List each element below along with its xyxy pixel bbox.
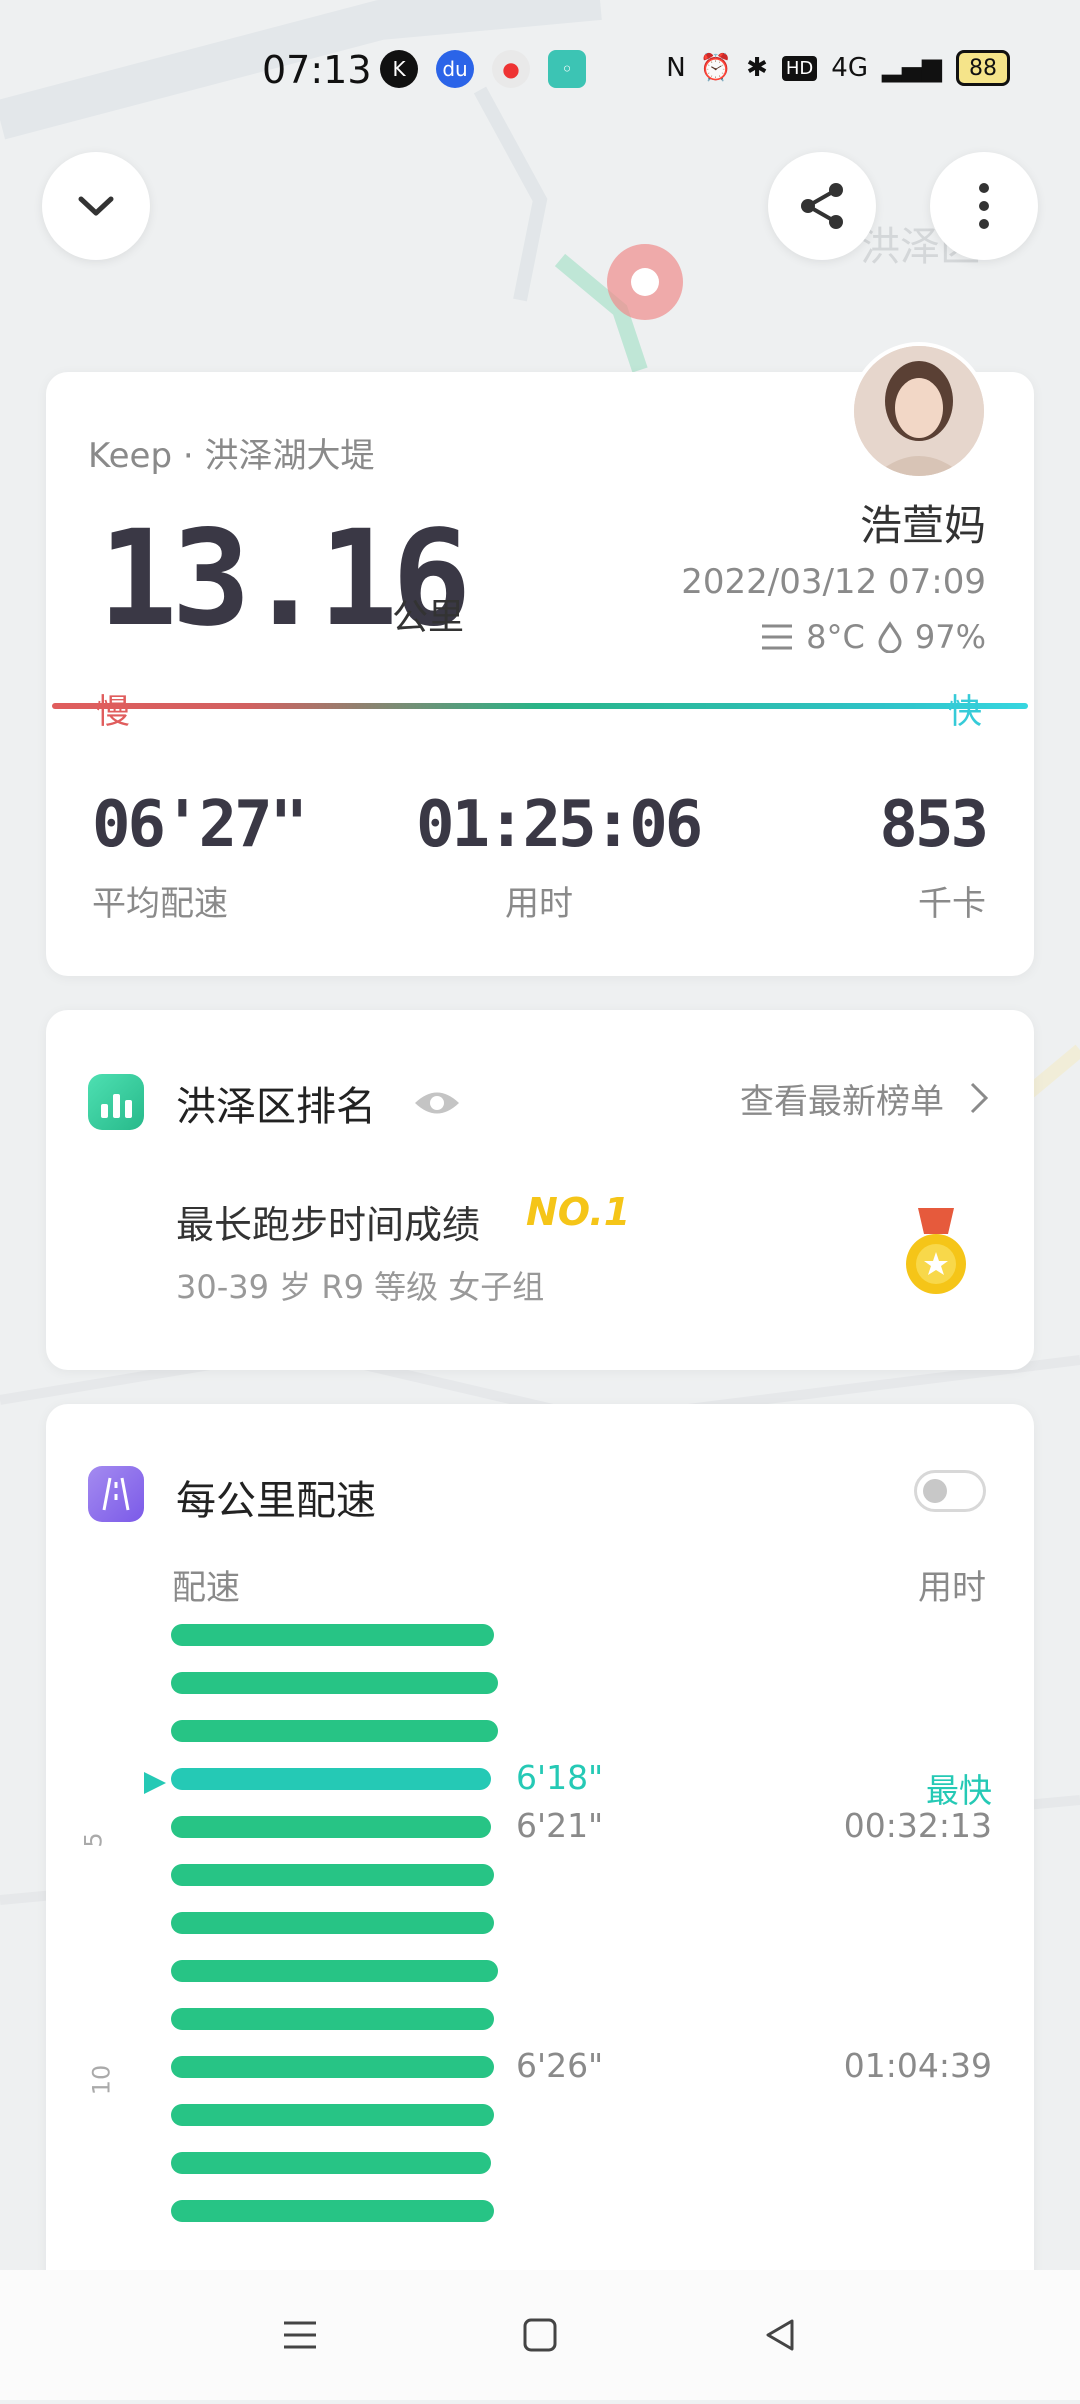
pace-bar [171, 1672, 498, 1694]
pace-bar [171, 2104, 494, 2126]
alarm-icon: ⏰ [699, 53, 733, 83]
pace-bar [171, 1768, 491, 1790]
home-square-icon [523, 2318, 557, 2352]
status-time: 07:13 [262, 48, 372, 92]
menu-button[interactable] [270, 2305, 330, 2365]
calories-value: 853 [879, 788, 989, 862]
ranking-title: 洪泽区排名 [176, 1084, 376, 1130]
notification-icons: K du ● ◦ [380, 50, 586, 88]
medal-icon [906, 1208, 966, 1294]
pace-bar [171, 1624, 494, 1646]
run-datetime: 2022/03/12 07:09 [681, 562, 986, 602]
avatar[interactable] [850, 342, 988, 480]
battery-icon: 88 [956, 50, 1010, 86]
home-button[interactable] [510, 2305, 570, 2365]
status-bar: 07:13 K du ● ◦ N ⏰ ✱ HD 4G ▂▄▆ 88 [0, 0, 1080, 140]
pace-bar [171, 2152, 491, 2174]
chevron-down-icon [78, 196, 114, 216]
fastest-label: 最快 [926, 1771, 992, 1810]
nfc-icon: N [666, 53, 686, 83]
pace-toggle[interactable] [914, 1470, 986, 1512]
bluetooth-icon: ✱ [746, 53, 768, 83]
duration-value: 01:25:06 [416, 788, 703, 862]
pace-column-label: 配速 [172, 1568, 240, 1608]
more-vertical-icon [979, 183, 989, 229]
ranking-card[interactable]: 洪泽区排名 查看最新榜单 最长跑步时间成绩 NO.1 30-39 岁 R9 等级… [46, 1010, 1034, 1370]
system-navbar [0, 2270, 1080, 2400]
temperature: 8°C [806, 618, 865, 656]
network-label: 4G [831, 53, 868, 83]
km-mark-5: 5 [79, 1832, 108, 1848]
pace-bar [171, 1960, 498, 1982]
baidu-app-icon: du [436, 50, 474, 88]
pace-bar [171, 1816, 491, 1838]
fast-label: 快 [948, 692, 982, 732]
duration-label: 用时 [505, 884, 573, 924]
slow-label: 慢 [96, 692, 130, 732]
speed-gradient-bar [52, 703, 1028, 709]
share-icon [801, 183, 843, 229]
k-app-icon: K [380, 50, 418, 88]
pace-bar [171, 1864, 494, 1886]
avg-pace-value: 06'27" [92, 788, 308, 862]
avg-pace-label: 平均配速 [92, 884, 228, 924]
share-button[interactable] [768, 152, 876, 260]
pace-bar [171, 2008, 494, 2030]
menu-icon [284, 2321, 316, 2349]
bar-chart-icon [88, 1074, 144, 1130]
distance-unit: 公里 [392, 597, 465, 638]
ranking-group: 30-39 岁 R9 等级 女子组 [176, 1268, 545, 1306]
achievement-title: 最长跑步时间成绩 [176, 1203, 481, 1247]
eye-icon[interactable] [412, 1086, 462, 1120]
hd-icon: HD [781, 55, 818, 81]
humidity: 97% [914, 618, 986, 656]
split-time-value: 01:04:39 [843, 2046, 992, 2085]
run-summary-card: Keep · 洪泽湖大堤 13.16 公里 浩萱妈 2022/03/12 07:… [46, 342, 1034, 976]
humidity-drop-icon [878, 621, 902, 653]
pace-value: 6'18" [516, 1758, 604, 1797]
rank-number: NO.1 [526, 1190, 631, 1234]
view-leaderboard-link[interactable]: 查看最新榜单 [740, 1074, 944, 1123]
pace-title: 每公里配速 [176, 1478, 376, 1524]
pace-bar [171, 1720, 498, 1742]
pace-card: 每公里配速 配速 用时 6'18" 6'21" 00:32:13 6'26" 01:04… [46, 1404, 1034, 2304]
collapse-button[interactable] [42, 152, 150, 260]
user-name: 浩萱妈 [859, 501, 986, 550]
more-button[interactable] [930, 152, 1038, 260]
map-app-icon: ● [492, 50, 530, 88]
km-mark-10: 10 [87, 2064, 116, 2096]
fastest-marker-icon [144, 1772, 166, 1794]
road-icon [88, 1466, 144, 1522]
time-column-label: 用时 [918, 1568, 986, 1608]
pace-bar [171, 2056, 494, 2078]
weather-lines-icon [762, 624, 793, 650]
pace-bar [171, 1912, 494, 1934]
weather-info: 8°C 97% [760, 618, 986, 656]
battery-level: 88 [969, 55, 997, 81]
signal-icon: ▂▄▆ [882, 53, 942, 83]
chat-app-icon: ◦ [548, 50, 586, 88]
system-icons: N ⏰ ✱ HD 4G ▂▄▆ 88 [666, 50, 1010, 86]
activity-source: Keep · 洪泽湖大堤 [88, 436, 375, 476]
calories-label: 千卡 [918, 884, 986, 924]
pace-value: 6'26" [516, 2046, 604, 2085]
back-triangle-icon [766, 2319, 794, 2351]
pace-bar [171, 2200, 494, 2222]
back-button[interactable] [750, 2305, 810, 2365]
pace-value: 6'21" [516, 1806, 604, 1845]
chevron-right-icon[interactable] [966, 1080, 992, 1116]
